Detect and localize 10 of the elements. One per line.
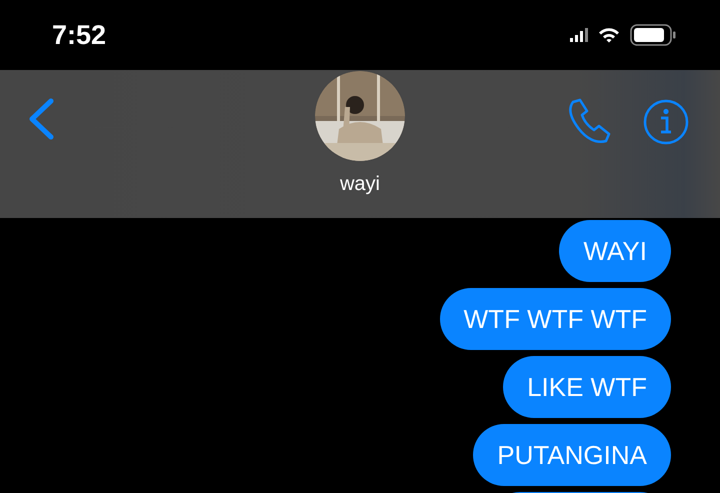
contact-name: wayi (340, 173, 380, 196)
message-bubble: WAYI (559, 220, 671, 282)
signal-icon (570, 28, 588, 42)
info-icon (643, 99, 689, 145)
wifi-icon (598, 27, 620, 43)
battery-icon (630, 24, 676, 46)
status-time: 7:52 (52, 20, 108, 50)
message-bubble: WTF WTF WTF (440, 288, 671, 350)
message-bubble: PUTANGINA (473, 424, 671, 486)
message-bubble: LIKE WTF (503, 356, 671, 418)
